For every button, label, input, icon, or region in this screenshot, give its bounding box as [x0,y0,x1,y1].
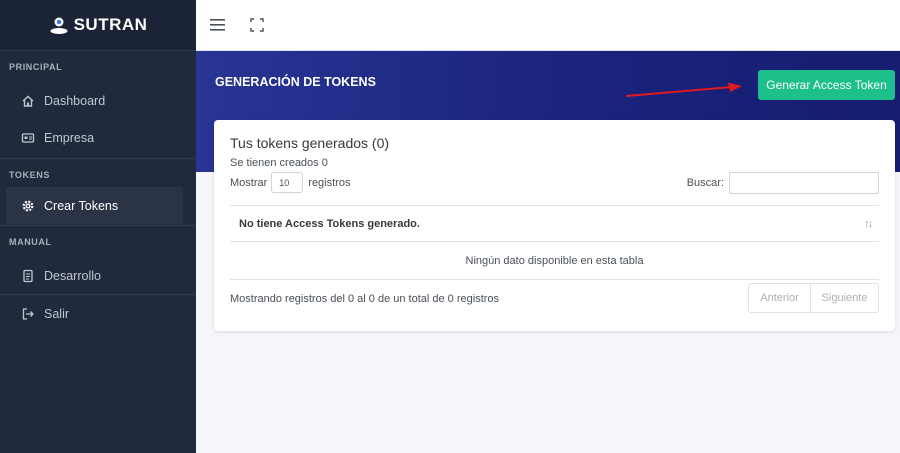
section-header-tokens: TOKENS [9,170,50,180]
page-size-control: Mostrar 10 registros [230,172,350,193]
section-header-principal: PRINCIPAL [9,62,63,72]
sidebar-item-dashboard[interactable]: Dashboard [6,82,183,119]
search-label: Buscar: [686,177,724,189]
table-empty-row: Ningún dato disponible en esta tabla [230,242,879,280]
sidebar-item-label: Empresa [44,130,95,145]
tokens-table: No tiene Access Tokens generado. ↑↓ Ning… [230,205,879,280]
next-page-button[interactable]: Siguiente [811,283,879,313]
card-title: Tus tokens generados (0) [230,135,390,151]
sort-icon[interactable]: ↑↓ [864,218,873,230]
user-circle-icon [50,17,68,34]
logout-icon [21,307,35,321]
pagination: Anterior Siguiente [748,283,879,313]
sidebar-item-desarrollo[interactable]: Desarrollo [6,257,183,294]
sidebar-item-empresa[interactable]: Empresa [6,119,183,156]
sidebar: SUTRAN PRINCIPAL Dashboard Empresa TOKEN… [0,0,196,453]
tokens-count-text: Se tienen creados 0 [230,157,328,169]
search-control: Buscar: [687,172,879,194]
records-label: registros [308,176,351,189]
table-header[interactable]: No tiene Access Tokens generado. ↑↓ [230,205,879,242]
topbar [196,0,900,51]
search-input[interactable] [729,172,879,194]
generate-access-token-button[interactable]: Generar Access Token [758,70,895,100]
gear-icon [21,199,35,213]
sidebar-item-crear-tokens[interactable]: Crear Tokens [6,187,183,224]
sidebar-item-label: Dashboard [44,93,106,108]
tokens-card: Tus tokens generados (0) Se tienen cread… [214,120,895,331]
home-icon [21,94,35,108]
page-size-select[interactable]: 10 [271,172,304,193]
sidebar-item-label: Salir [44,306,70,321]
table-info: Mostrando registros del 0 al 0 de un tot… [230,293,500,305]
column-header: No tiene Access Tokens generado. [239,217,420,230]
section-header-manual: MANUAL [9,237,52,247]
brand[interactable]: SUTRAN [0,0,196,51]
sidebar-item-label: Desarrollo [44,268,101,283]
document-icon [21,269,35,283]
show-label: Mostrar [230,176,268,189]
sidebar-item-label: Crear Tokens [44,198,119,213]
sidebar-item-salir[interactable]: Salir [6,295,183,332]
previous-page-button[interactable]: Anterior [748,283,811,313]
fullscreen-icon[interactable] [250,18,264,32]
page-title: GENERACIÓN DE TOKENS [215,75,376,89]
brand-name: SUTRAN [73,15,148,34]
hamburger-icon[interactable] [210,18,226,32]
id-card-icon [21,131,35,145]
red-arrow-annotation [625,82,742,97]
